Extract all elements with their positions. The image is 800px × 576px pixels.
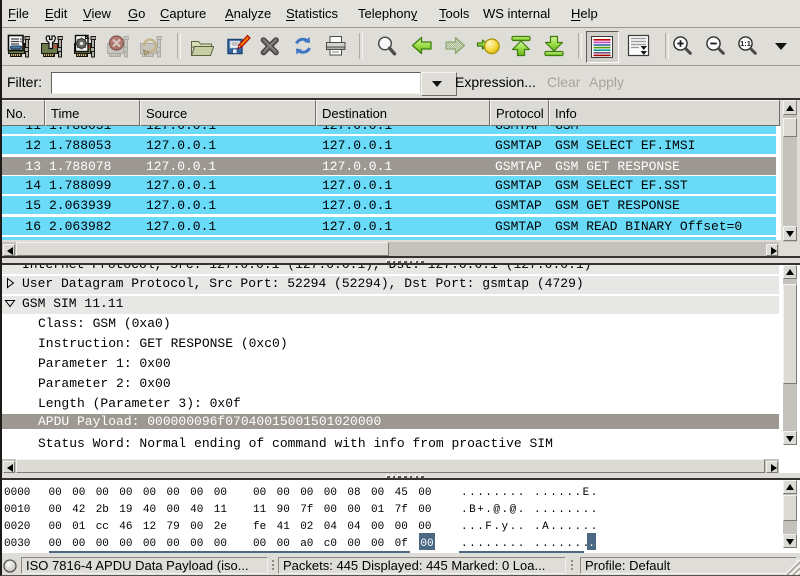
svg-text:1:1: 1:1 bbox=[740, 39, 751, 48]
